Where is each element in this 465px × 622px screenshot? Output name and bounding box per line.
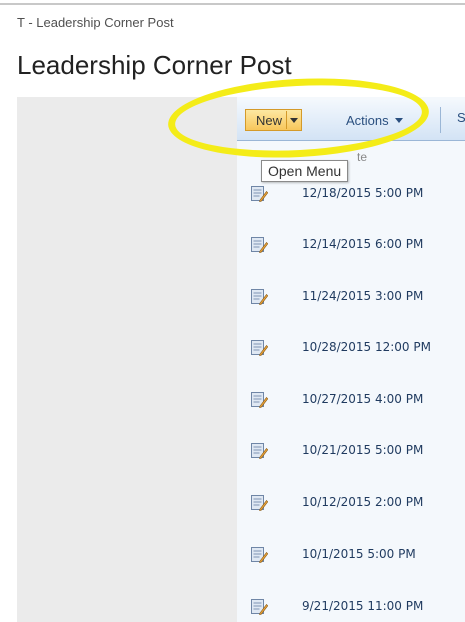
list-item[interactable]: 10/28/2015 12:00 PM bbox=[237, 333, 465, 363]
edit-document-icon[interactable] bbox=[251, 599, 269, 616]
row-date[interactable]: 10/12/2015 2:00 PM bbox=[302, 495, 423, 509]
edit-document-icon[interactable] bbox=[251, 547, 269, 564]
row-date[interactable]: 12/14/2015 6:00 PM bbox=[302, 237, 423, 251]
breadcrumb[interactable]: T - Leadership Corner Post bbox=[17, 15, 174, 30]
edit-document-icon[interactable] bbox=[251, 392, 269, 409]
list-item[interactable]: 10/1/2015 5:00 PM bbox=[237, 540, 465, 570]
row-date[interactable]: 9/21/2015 11:00 PM bbox=[302, 599, 423, 613]
page-title: Leadership Corner Post bbox=[17, 50, 292, 80]
list-item[interactable]: 12/18/2015 5:00 PM bbox=[237, 179, 465, 209]
list-item[interactable]: 10/12/2015 2:00 PM bbox=[237, 488, 465, 518]
list-item[interactable]: 10/21/2015 5:00 PM bbox=[237, 436, 465, 466]
row-date[interactable]: 12/18/2015 5:00 PM bbox=[302, 186, 423, 200]
list-item[interactable]: 11/24/2015 3:00 PM bbox=[237, 282, 465, 312]
row-date[interactable]: 10/21/2015 5:00 PM bbox=[302, 443, 423, 457]
edit-document-icon[interactable] bbox=[251, 443, 269, 460]
actions-menu-button[interactable]: Actions bbox=[346, 110, 403, 130]
actions-label: Actions bbox=[346, 112, 389, 128]
new-button-label: New bbox=[256, 112, 283, 128]
settings-menu-button[interactable]: S bbox=[457, 110, 465, 125]
row-date[interactable]: 10/28/2015 12:00 PM bbox=[302, 340, 431, 354]
row-date[interactable]: 10/27/2015 4:00 PM bbox=[302, 392, 423, 406]
toolbar-divider bbox=[440, 107, 441, 133]
edit-document-icon[interactable] bbox=[251, 289, 269, 306]
edit-document-icon[interactable] bbox=[251, 237, 269, 254]
list-item[interactable]: 9/21/2015 11:00 PM bbox=[237, 592, 465, 622]
left-navigation-panel bbox=[17, 97, 237, 622]
list-item[interactable]: 10/27/2015 4:00 PM bbox=[237, 385, 465, 415]
chevron-down-icon bbox=[290, 117, 298, 123]
edit-document-icon[interactable] bbox=[251, 186, 269, 203]
column-header-date[interactable]: te bbox=[357, 150, 367, 164]
top-divider bbox=[0, 3, 465, 5]
list-item[interactable]: 12/14/2015 6:00 PM bbox=[237, 230, 465, 260]
row-date[interactable]: 11/24/2015 3:00 PM bbox=[302, 289, 423, 303]
edit-document-icon[interactable] bbox=[251, 495, 269, 512]
edit-document-icon[interactable] bbox=[251, 340, 269, 357]
tooltip-open-menu: Open Menu bbox=[261, 160, 349, 182]
chevron-down-icon bbox=[394, 117, 403, 123]
new-button[interactable]: New bbox=[245, 109, 302, 131]
new-menu-dropdown[interactable] bbox=[286, 111, 301, 129]
row-date[interactable]: 10/1/2015 5:00 PM bbox=[302, 547, 416, 561]
